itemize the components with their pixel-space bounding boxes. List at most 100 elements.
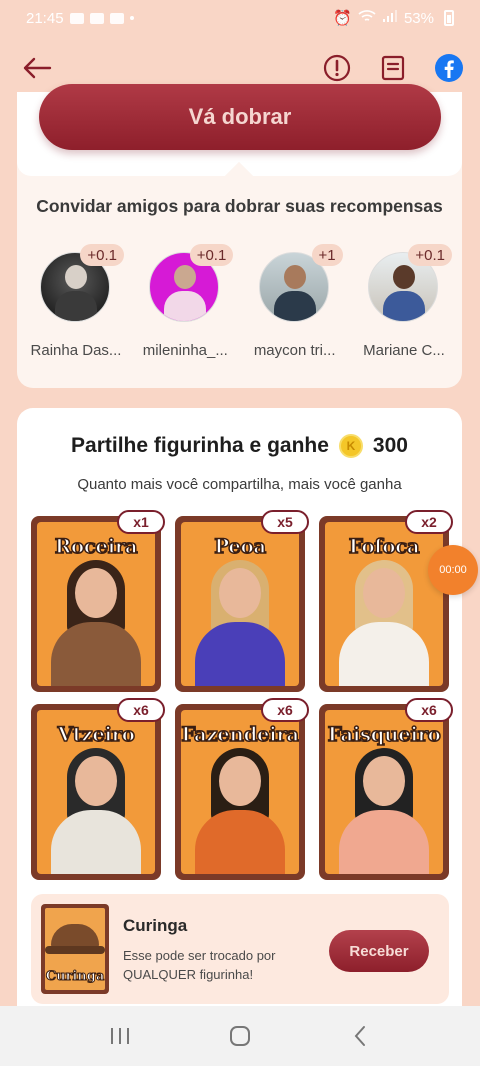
sticker-card-item[interactable]: Faisqueiro x6 (319, 698, 453, 880)
friend-name: maycon tri... (253, 342, 336, 359)
sticker-person-body (51, 810, 141, 874)
sticker-person-head (219, 568, 261, 618)
status-right: ⏰ 53% (333, 9, 454, 27)
avatar-body (382, 291, 425, 321)
status-left: 21:45 (26, 10, 134, 27)
sticker-grid: Roceira x1 Peoa x5 Fofoca x2 Vtzeiro x6 … (31, 510, 453, 880)
friend-item[interactable]: +0.1 Rainha Das... (25, 244, 127, 359)
share-reward: 300 (372, 434, 408, 457)
status-bar: 21:45 ⏰ 53% (0, 0, 480, 36)
share-title-text: Partilhe figurinha e ganhe (71, 434, 329, 457)
sticker-count-badge: x5 (261, 510, 309, 534)
recent-apps-button[interactable] (100, 1016, 140, 1056)
sticker-count-badge: x1 (117, 510, 165, 534)
home-button[interactable] (220, 1016, 260, 1056)
joker-description: Esse pode ser trocado por QUALQUER figur… (123, 948, 276, 982)
facebook-icon (435, 54, 463, 82)
sticker-label: Fazendeira (181, 721, 299, 747)
sticker-art: Vtzeiro (37, 710, 155, 874)
friend-item[interactable]: +0.1 Mariane C... (353, 244, 455, 359)
sticker-art: Faisqueiro (325, 710, 443, 874)
friend-item[interactable]: +1 maycon tri... (244, 244, 346, 359)
double-button[interactable]: Vá dobrar (39, 84, 441, 150)
avatar-body (164, 291, 207, 321)
dot-icon (129, 16, 134, 20)
system-nav-bar (0, 1006, 480, 1066)
alert-circle-icon (323, 54, 351, 82)
chevron-left-icon (354, 1026, 365, 1046)
coin-icon: K (338, 434, 363, 458)
joker-sticker-thumb: Curinga (41, 904, 109, 994)
bonus-badge: +0.1 (80, 244, 124, 266)
avatar-wrap: +0.1 (40, 244, 124, 324)
linkedin-icon (109, 12, 124, 24)
sticker-card-item[interactable]: Fazendeira x6 (175, 698, 309, 880)
back-nav-button[interactable] (340, 1016, 380, 1056)
recent-apps-icon (111, 1028, 129, 1044)
sticker-count-badge: x6 (117, 698, 165, 722)
sticker-card: Partilhe figurinha e ganhe K 300 Quanto … (17, 408, 462, 1028)
sticker-person-body (195, 810, 285, 874)
sticker-person-body (339, 810, 429, 874)
avatar-wrap: +0.1 (149, 244, 234, 324)
bonus-badge: +1 (311, 244, 343, 266)
sticker-person-head (219, 756, 261, 806)
bonus-badge: +0.1 (189, 244, 234, 266)
sticker-art: Peoa (181, 522, 299, 686)
joker-thumb-label: Curinga (45, 969, 105, 985)
sticker-person-head (75, 756, 117, 806)
sticker-person-head (363, 568, 405, 618)
facebook-button[interactable] (434, 53, 464, 83)
sticker-art: Roceira (37, 522, 155, 686)
avatar-wrap: +1 (258, 244, 343, 324)
avatar-wrap: +0.1 (367, 244, 452, 324)
avatar-head (283, 265, 306, 289)
wifi-icon (358, 9, 376, 27)
sticker-person-body (51, 622, 141, 686)
friend-name: Rainha Das... (30, 342, 122, 359)
rules-button[interactable] (378, 53, 408, 83)
document-icon (381, 55, 405, 81)
sticker-card-item[interactable]: Peoa x5 (175, 510, 309, 692)
avatar-head (174, 265, 197, 289)
arrow-left-icon (23, 57, 52, 79)
battery-level: 53% (403, 9, 434, 27)
joker-row: Curinga Curinga Esse pode ser trocado po… (31, 894, 449, 1004)
friend-name: mileninha_... (142, 342, 228, 359)
sticker-label: Peoa (213, 533, 267, 559)
share-title: Partilhe figurinha e ganhe K 300 (17, 434, 462, 458)
back-button[interactable] (20, 51, 54, 85)
sticker-label: Fofoca (348, 533, 421, 559)
signal-icon (382, 9, 398, 27)
home-icon (230, 1026, 250, 1046)
sticker-card-item[interactable]: Vtzeiro x6 (31, 698, 165, 880)
avatar-head (65, 265, 87, 289)
sticker-label: Roceira (54, 533, 138, 559)
avatar-body (55, 291, 97, 321)
battery-icon (444, 10, 454, 26)
invite-card: Vá dobrar Convidar amigos para dobrar su… (17, 84, 462, 388)
sticker-count-badge: x6 (405, 698, 453, 722)
report-button[interactable] (322, 53, 352, 83)
sticker-count-badge: x2 (405, 510, 453, 534)
sticker-card-item[interactable]: Roceira x1 (31, 510, 165, 692)
sticker-art: Fofoca (325, 522, 443, 686)
friend-item[interactable]: +0.1 mileninha_... (134, 244, 236, 359)
sticker-person-body (339, 622, 429, 686)
friend-list: +0.1 Rainha Das... +0.1 mileninha_... +1 (25, 244, 455, 359)
sticker-label: Vtzeiro (57, 721, 136, 747)
invite-title: Convidar amigos para dobrar suas recompe… (36, 196, 443, 216)
floating-timer[interactable]: 00:00 (428, 545, 478, 595)
notification-icon (69, 12, 84, 24)
sticker-person-body (195, 622, 285, 686)
alarm-icon: ⏰ (333, 10, 352, 27)
sticker-card-item[interactable]: Fofoca x2 (319, 510, 453, 692)
status-time: 21:45 (26, 9, 64, 27)
sticker-count-badge: x6 (261, 698, 309, 722)
receive-button[interactable]: Receber (329, 930, 429, 972)
avatar-body (273, 291, 316, 321)
youtube-icon (89, 12, 104, 24)
joker-art: Curinga (45, 908, 105, 990)
share-subtitle: Quanto mais você compartilha, mais você … (77, 476, 402, 493)
sticker-label: Faisqueiro (327, 721, 442, 747)
